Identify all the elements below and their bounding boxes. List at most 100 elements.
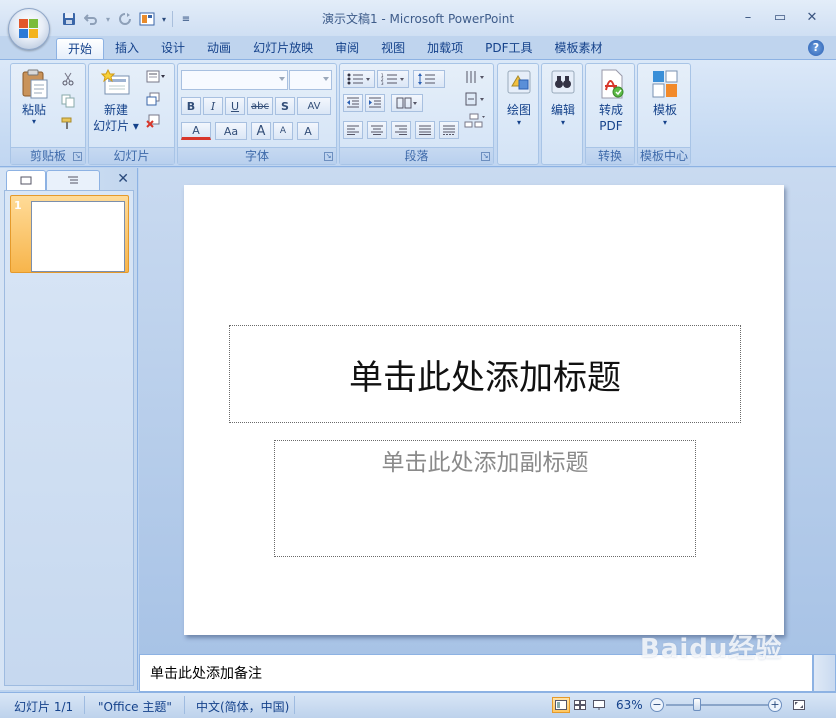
slide-count-status: 幻灯片 1/1 xyxy=(14,700,74,714)
slide-editing-area: 单击此处添加标题 单击此处添加副标题 xyxy=(139,168,836,654)
distributed-icon[interactable] xyxy=(439,121,459,139)
clipboard-dialog-launcher[interactable]: ↘ xyxy=(73,152,82,161)
font-dialog-launcher[interactable]: ↘ xyxy=(324,152,333,161)
chevron-down-icon: ▾ xyxy=(662,118,667,127)
layout-icon[interactable] xyxy=(143,68,169,86)
close-button[interactable]: ✕ xyxy=(796,6,828,28)
increase-indent-icon[interactable] xyxy=(365,94,385,112)
fit-to-window-icon[interactable] xyxy=(790,697,808,713)
slide-sorter-icon[interactable] xyxy=(571,697,589,713)
editing-button[interactable]: 编辑 ▾ xyxy=(545,68,581,128)
paste-dropdown-arrow[interactable]: ▾ xyxy=(17,118,51,126)
align-left-icon[interactable] xyxy=(343,121,363,139)
slide-thumbnail-selected[interactable]: 1 xyxy=(10,195,129,273)
clear-formatting-button[interactable]: A xyxy=(297,122,319,140)
slide-layout-icon[interactable] xyxy=(138,10,156,28)
help-button[interactable]: ? xyxy=(808,40,824,56)
change-case-button[interactable]: Aa xyxy=(215,122,247,140)
tab-6[interactable]: 视图 xyxy=(370,38,416,60)
shrink-font-button[interactable]: A xyxy=(273,122,293,140)
line-spacing-icon[interactable] xyxy=(413,70,445,88)
zoom-in-button[interactable]: + xyxy=(768,698,782,712)
italic-button[interactable]: I xyxy=(203,97,223,115)
tab-2[interactable]: 设计 xyxy=(150,38,196,60)
font-name-combo[interactable] xyxy=(181,70,288,90)
strikethrough-button[interactable]: abc xyxy=(247,97,273,115)
maximize-button[interactable]: ▭ xyxy=(764,6,796,28)
tab-9[interactable]: 模板素材 xyxy=(544,38,614,60)
numbering-icon[interactable]: 123 xyxy=(377,70,409,88)
underline-button[interactable]: U xyxy=(225,97,245,115)
floppy-disk-icon[interactable] xyxy=(60,10,78,28)
chevron-down-icon[interactable]: ▾ xyxy=(104,10,112,28)
outline-tab[interactable] xyxy=(46,170,100,190)
tab-1[interactable]: 插入 xyxy=(104,38,150,60)
tab-4[interactable]: 幻灯片放映 xyxy=(242,38,324,60)
columns-icon[interactable] xyxy=(391,94,423,112)
paste-label: 粘贴 xyxy=(21,103,46,117)
zoom-slider-track[interactable] xyxy=(666,704,768,706)
text-direction-icon[interactable] xyxy=(462,68,488,86)
title-bar: ▾ ▾ ≡ 演示文稿1 - Microsoft PowerPoint – ▭ ✕ xyxy=(0,0,836,36)
notes-scrollbar[interactable] xyxy=(813,654,836,692)
zoom-out-button[interactable]: − xyxy=(650,698,664,712)
redo-icon[interactable] xyxy=(116,10,134,28)
tab-8[interactable]: PDF工具 xyxy=(474,38,543,60)
align-text-icon[interactable] xyxy=(462,90,488,108)
font-size-combo[interactable] xyxy=(289,70,332,90)
chevron-down-icon xyxy=(279,77,285,81)
undo-icon[interactable] xyxy=(82,10,100,28)
template-button[interactable]: 模板 ▾ xyxy=(644,68,686,128)
slide-thumbnail[interactable] xyxy=(31,201,125,272)
slides-tab[interactable] xyxy=(6,170,46,190)
pane-tabs xyxy=(6,170,134,190)
normal-view-icon[interactable] xyxy=(552,697,570,713)
font-color-button[interactable]: A xyxy=(181,122,211,140)
paste-button[interactable]: 粘贴 ▾ xyxy=(17,68,51,126)
grow-font-button[interactable]: A xyxy=(251,122,271,140)
separator xyxy=(184,696,185,714)
decrease-indent-icon[interactable] xyxy=(343,94,363,112)
title-placeholder[interactable]: 单击此处添加标题 xyxy=(229,325,741,423)
subtitle-placeholder[interactable]: 单击此处添加副标题 xyxy=(274,440,696,557)
tab-5[interactable]: 审阅 xyxy=(324,38,370,60)
binoculars-icon xyxy=(547,68,579,100)
customize-qat-icon[interactable]: ≡ xyxy=(177,10,195,28)
chevron-down-icon xyxy=(323,77,329,81)
cut-icon[interactable] xyxy=(58,70,78,88)
tab-3[interactable]: 动画 xyxy=(196,38,242,60)
align-center-icon[interactable] xyxy=(367,121,387,139)
reset-slide-icon[interactable] xyxy=(143,90,163,108)
convert-pdf-button[interactable]: 转成 PDF xyxy=(590,68,632,134)
zoom-level[interactable]: 63% xyxy=(616,698,643,712)
office-button[interactable] xyxy=(8,8,50,50)
align-right-icon[interactable] xyxy=(391,121,411,139)
format-painter-icon[interactable] xyxy=(58,114,78,132)
convert-pdf-label-2: PDF xyxy=(599,119,623,133)
smartart-icon[interactable] xyxy=(462,112,488,130)
drawing-label: 绘图 xyxy=(506,103,531,117)
text-shadow-button[interactable]: S xyxy=(275,97,295,115)
window-controls: – ▭ ✕ xyxy=(732,6,828,28)
new-slide-button[interactable]: 新建 幻灯片 ▾ xyxy=(91,68,141,134)
drawing-button[interactable]: 绘图 ▾ xyxy=(501,68,537,128)
paragraph-dialog-launcher[interactable]: ↘ xyxy=(481,152,490,161)
copy-icon[interactable] xyxy=(58,92,78,110)
zoom-slider-thumb[interactable] xyxy=(693,698,701,711)
bold-button[interactable]: B xyxy=(181,97,201,115)
bullets-icon[interactable] xyxy=(343,70,375,88)
shapes-icon xyxy=(503,68,535,100)
minimize-button[interactable]: – xyxy=(732,6,764,28)
close-pane-button[interactable]: ✕ xyxy=(117,171,129,187)
character-spacing-button[interactable]: AV xyxy=(297,97,331,115)
ribbon: 粘贴 ▾ 剪贴板 ↘ 新建 幻灯片 ▾ 幻灯片 B I U abc S AV A… xyxy=(0,59,836,167)
slideshow-icon[interactable] xyxy=(590,697,608,713)
tab-7[interactable]: 加载项 xyxy=(416,38,474,60)
chevron-down-icon[interactable]: ▾ xyxy=(160,10,168,28)
language-status[interactable]: 中文(简体，中国) xyxy=(196,698,289,715)
justify-icon[interactable] xyxy=(415,121,435,139)
status-bar: 幻灯片 1/1 "Office 主题" 中文(简体，中国) 63% − + xyxy=(0,692,836,718)
tab-0[interactable]: 开始 xyxy=(56,38,105,60)
slide-canvas[interactable]: 单击此处添加标题 单击此处添加副标题 xyxy=(184,185,784,635)
delete-slide-icon[interactable] xyxy=(143,112,163,130)
